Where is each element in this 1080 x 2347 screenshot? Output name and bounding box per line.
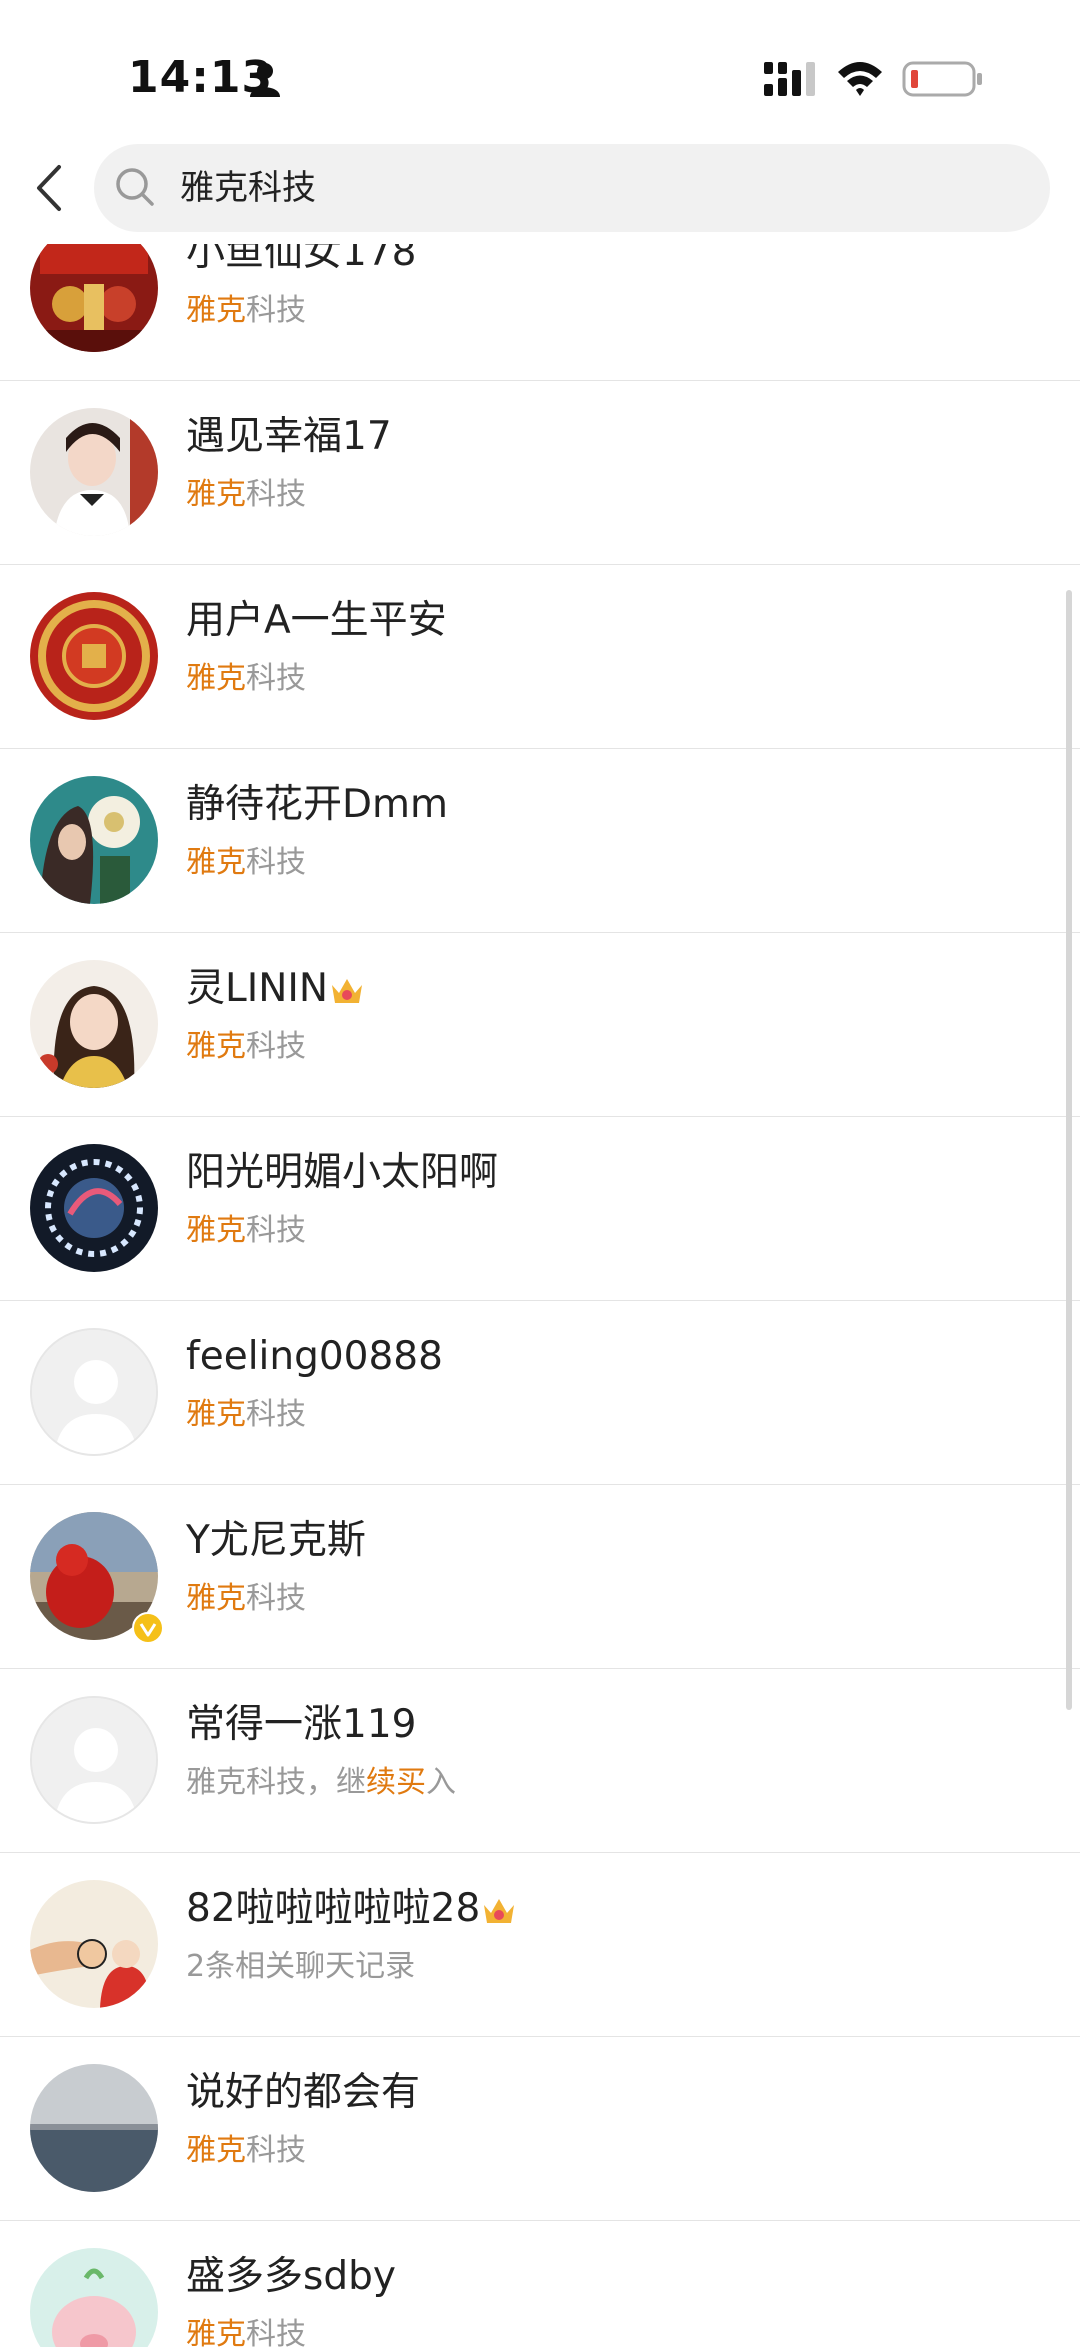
person-icon (250, 63, 280, 97)
crown-emoji-icon (484, 1898, 515, 1923)
verified-badge-icon (132, 1612, 164, 1644)
result-subtitle: 雅克科技 (186, 1581, 306, 1616)
result-name: 阳光明媚小太阳啊 (186, 1150, 499, 1195)
list-item[interactable]: 82啦啦啦啦啦28 2条相关聊天记录 (0, 1852, 1080, 2037)
search-icon (116, 168, 154, 206)
results-list: 小鱼仙女178 雅克科技 遇见幸福17 雅克科技 用户A一生平安 雅克科技 静待… (0, 244, 1080, 2347)
default-avatar-icon (32, 1698, 156, 1822)
result-subtitle: 雅克科技 (186, 661, 306, 696)
list-item[interactable]: 静待花开Dmm 雅克科技 (0, 748, 1080, 933)
crown-emoji-icon (332, 978, 363, 1003)
result-subtitle: 雅克科技 (186, 1397, 306, 1432)
result-name: 盛多多sdby (186, 2254, 396, 2299)
result-name: 小鱼仙女178 (186, 244, 417, 275)
result-name: 82啦啦啦啦啦28 (186, 1882, 516, 1936)
search-query: 雅克科技 (180, 168, 316, 208)
list-item[interactable]: 遇见幸福17 雅克科技 (0, 380, 1080, 565)
avatar (30, 408, 158, 536)
avatar (30, 1880, 158, 2008)
cellular-signal-icon (764, 62, 815, 96)
list-item[interactable]: 常得一涨119 雅克科技，继续买入 (0, 1668, 1080, 1853)
list-item[interactable]: 小鱼仙女178 雅克科技 (0, 244, 1080, 381)
avatar (30, 776, 158, 904)
list-item[interactable]: 灵LININ 雅克科技 (0, 932, 1080, 1117)
list-item[interactable]: Y尤尼克斯 雅克科技 (0, 1484, 1080, 1669)
list-item[interactable]: 说好的都会有 雅克科技 (0, 2036, 1080, 2221)
avatar (30, 1696, 158, 1824)
avatar (30, 2248, 158, 2347)
avatar (30, 960, 158, 1088)
avatar (30, 1144, 158, 1272)
result-subtitle: 雅克科技 (186, 477, 306, 512)
avatar (30, 592, 158, 720)
result-name: feeling00888 (186, 1334, 443, 1379)
result-subtitle: 雅克科技 (186, 2317, 306, 2347)
avatar (30, 244, 158, 352)
search-input[interactable]: 雅克科技 (94, 144, 1050, 232)
status-bar: 14:13 (0, 0, 1080, 140)
result-subtitle: 雅克科技 (186, 845, 306, 880)
result-subtitle: 雅克科技 (186, 1213, 306, 1248)
default-avatar-icon (32, 1330, 156, 1454)
result-subtitle: 雅克科技 (186, 293, 306, 328)
chevron-left-icon (37, 165, 61, 211)
result-name: Y尤尼克斯 (186, 1518, 366, 1563)
battery-low-icon (902, 61, 982, 97)
list-item[interactable]: 盛多多sdby 雅克科技 (0, 2220, 1080, 2347)
result-name: 遇见幸福17 (186, 414, 392, 459)
result-subtitle: 雅克科技，继续买入 (186, 1765, 456, 1800)
result-subtitle: 2条相关聊天记录 (186, 1949, 416, 1984)
list-item[interactable]: 用户A一生平安 雅克科技 (0, 564, 1080, 749)
result-name: 常得一涨119 (186, 1702, 417, 1747)
list-item[interactable]: feeling00888 雅克科技 (0, 1300, 1080, 1485)
back-button[interactable] (22, 156, 74, 220)
avatar (30, 2064, 158, 2192)
result-name: 灵LININ (186, 962, 364, 1016)
list-item[interactable]: 阳光明媚小太阳啊 雅克科技 (0, 1116, 1080, 1301)
search-header: 雅克科技 (0, 140, 1080, 240)
result-name: 用户A一生平安 (186, 598, 447, 643)
result-name: 静待花开Dmm (186, 782, 449, 827)
result-subtitle: 雅克科技 (186, 1029, 306, 1064)
result-name: 说好的都会有 (186, 2070, 421, 2115)
result-subtitle: 雅克科技 (186, 2133, 306, 2168)
scrollbar[interactable] (1066, 590, 1072, 1710)
avatar (30, 1328, 158, 1456)
wifi-icon (838, 62, 882, 96)
